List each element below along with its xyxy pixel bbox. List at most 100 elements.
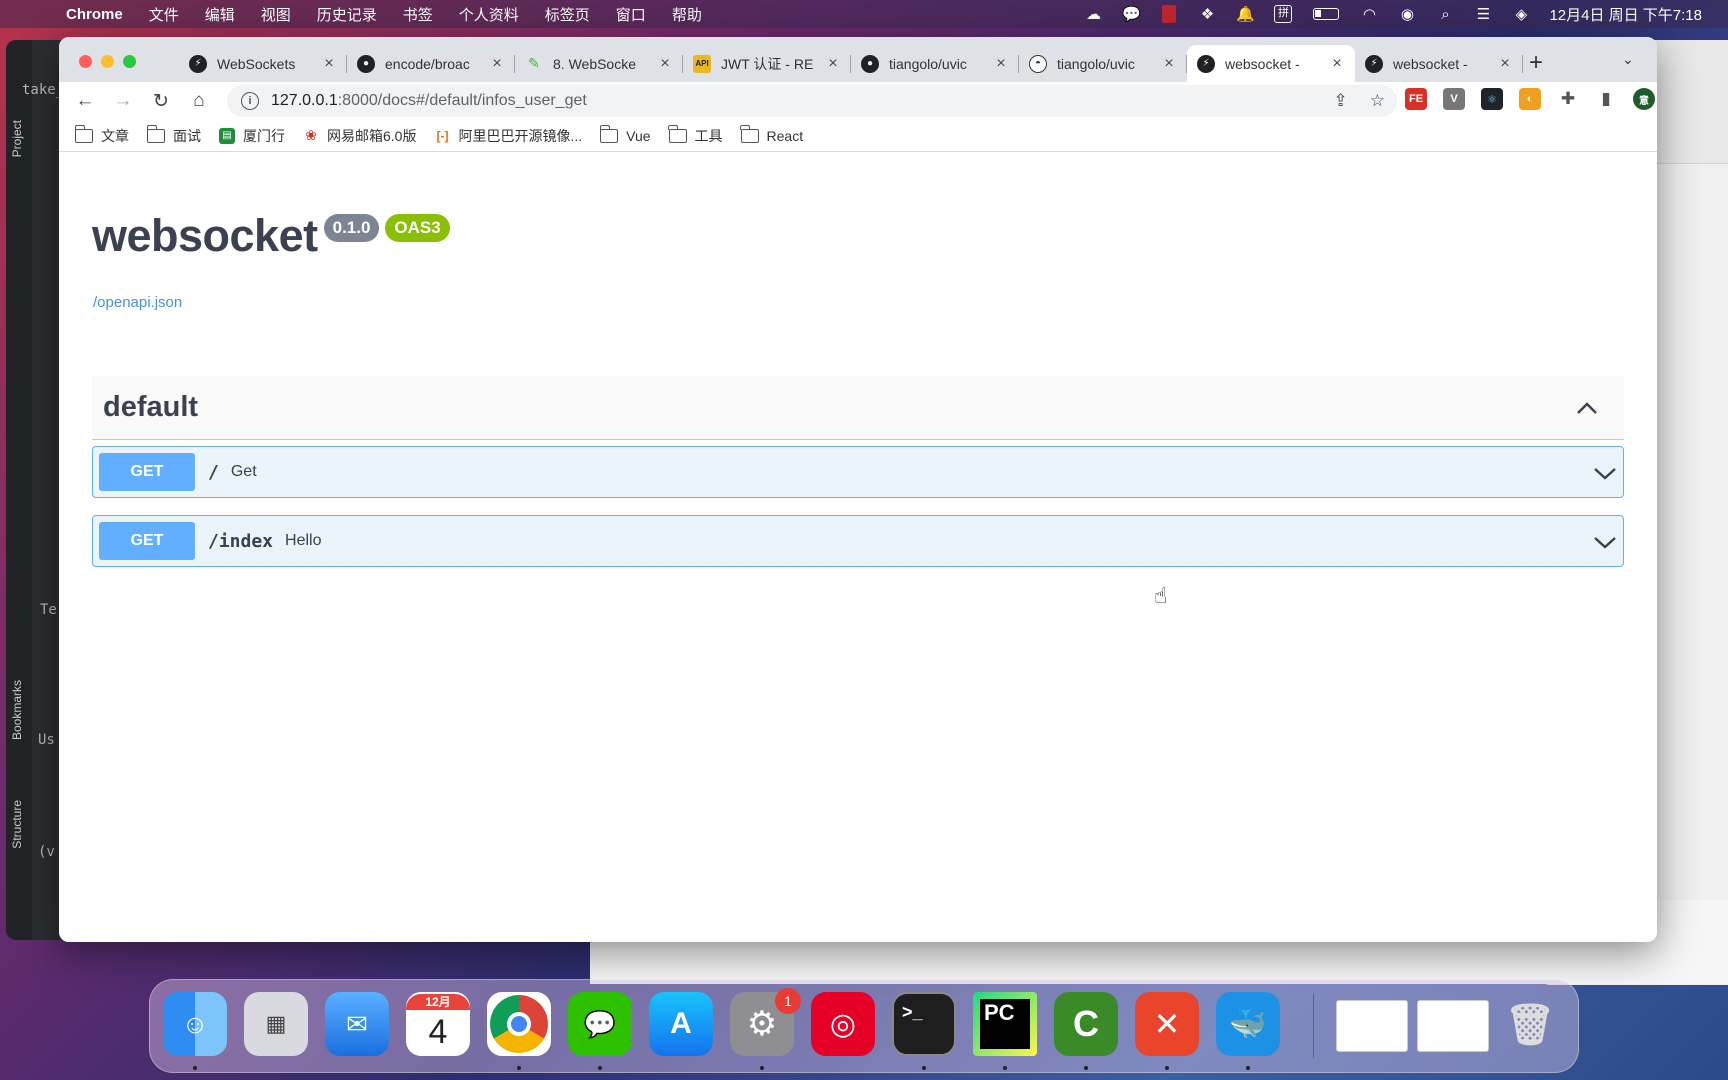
tab-close-icon[interactable]: × <box>1161 55 1177 73</box>
menu-file[interactable]: 文件 <box>149 4 179 25</box>
user-account-icon[interactable]: ◉ <box>1397 5 1417 23</box>
home-button[interactable]: ⌂ <box>187 89 211 113</box>
new-tab-button[interactable]: + <box>1529 49 1543 77</box>
recording-icon[interactable] <box>1159 5 1179 23</box>
wechat-icon[interactable]: 💬 <box>568 992 632 1056</box>
back-button[interactable]: ← <box>73 89 97 113</box>
xmind-icon[interactable]: ✕ <box>1135 992 1199 1056</box>
chevron-up-icon[interactable] <box>1576 398 1598 420</box>
extensions-puzzle-icon[interactable]: ✚ <box>1557 88 1579 110</box>
tab-strip: ⚡ WebSockets × ● encode/broac × ✎ 8. WebSocke… <box>59 37 1657 82</box>
menu-window[interactable]: 窗口 <box>616 4 646 25</box>
forward-button[interactable]: → <box>111 89 135 113</box>
bookmark-xiamen-trip[interactable]: ▤ 厦门行 <box>219 126 285 146</box>
site-info-icon[interactable]: i <box>241 92 259 110</box>
operation-get-index[interactable]: GET /index Hello <box>92 515 1624 567</box>
bookmark-folder-react[interactable]: React <box>740 124 803 144</box>
react-devtools-extension-icon[interactable]: ⚛ <box>1481 88 1503 110</box>
tab-title: 8. WebSocke <box>553 55 637 72</box>
bookmark-folder-tools[interactable]: 工具 <box>668 124 723 146</box>
tab-3[interactable]: API JWT 认证 - RE × <box>683 45 851 82</box>
tab-close-icon[interactable]: × <box>321 55 337 73</box>
bookmark-folder-articles[interactable]: 文章 <box>74 124 129 146</box>
menu-app-name[interactable]: Chrome <box>66 6 123 23</box>
wechat-status-icon[interactable]: 💬 <box>1121 5 1141 23</box>
trash-icon[interactable]: 🗑 <box>1498 992 1562 1056</box>
tab-2[interactable]: ✎ 8. WebSocke × <box>515 45 683 82</box>
terminal-icon[interactable]: >_ <box>892 992 956 1056</box>
tag-name: default <box>103 391 199 423</box>
chrome-icon[interactable] <box>487 992 551 1056</box>
tab-5[interactable]: ◓ tiangolo/uvic × <box>1019 45 1187 82</box>
wifi-icon[interactable]: ◠ <box>1359 5 1379 23</box>
menu-edit[interactable]: 编辑 <box>205 4 235 25</box>
share-icon[interactable]: ⇪ <box>1334 91 1348 111</box>
camtasia-icon[interactable]: C <box>1054 992 1118 1056</box>
input-method-icon[interactable]: 拼 <box>1273 5 1293 23</box>
reload-button[interactable]: ↻ <box>149 89 173 113</box>
calendar-icon[interactable]: 12月 4 <box>406 992 470 1056</box>
pycharm-icon[interactable]: PC <box>973 992 1037 1056</box>
mail-icon[interactable]: ✉ <box>325 992 389 1056</box>
openapi-json-link[interactable]: /openapi.json <box>93 294 182 311</box>
tab-6-active[interactable]: ⚡ websocket - × <box>1187 45 1355 82</box>
menu-view[interactable]: 视图 <box>261 4 291 25</box>
tab-1[interactable]: ● encode/broac × <box>347 45 515 82</box>
ide-bookmarks-label[interactable]: Bookmarks <box>10 680 24 740</box>
finder-icon[interactable]: ☺ <box>163 992 227 1056</box>
netease-music-icon[interactable]: ◎ <box>811 992 875 1056</box>
ide-project-label[interactable]: Project <box>10 120 24 157</box>
tag-header[interactable]: default <box>92 376 1624 440</box>
zoom-window-button[interactable] <box>123 55 136 68</box>
profile-avatar[interactable]: 意 <box>1633 88 1655 110</box>
bookmark-label: Vue <box>626 127 651 144</box>
menu-history[interactable]: 历史记录 <box>317 4 377 25</box>
tab-close-icon[interactable]: × <box>1497 55 1513 73</box>
tabs-container: ⚡ WebSockets × ● encode/broac × ✎ 8. WebSocke… <box>179 45 1523 82</box>
tab-close-icon[interactable]: × <box>1329 55 1345 73</box>
address-bar[interactable]: i 127.0.0.1:8000/docs#/default/infos_use… <box>227 85 1397 117</box>
window-manager-icon[interactable]: ❖ <box>1197 5 1217 23</box>
chevron-down-icon[interactable] <box>1593 530 1617 554</box>
menubar-clock[interactable]: 12月4日 周日 下午7:18 <box>1549 4 1702 25</box>
tab-close-icon[interactable]: × <box>993 55 1009 73</box>
tab-close-icon[interactable]: × <box>657 55 673 73</box>
launchpad-icon[interactable]: ▦ <box>244 992 308 1056</box>
menu-bookmarks[interactable]: 书签 <box>403 4 433 25</box>
tab-close-icon[interactable]: × <box>825 55 841 73</box>
minimize-window-button[interactable] <box>101 55 114 68</box>
ide-structure-label[interactable]: Structure <box>10 800 24 849</box>
bookmark-folder-vue[interactable]: Vue <box>599 124 651 144</box>
menu-tabs[interactable]: 标签页 <box>545 4 590 25</box>
minimized-window-thumbnail[interactable] <box>1336 1000 1408 1052</box>
menu-help[interactable]: 帮助 <box>672 4 702 25</box>
address-url[interactable]: 127.0.0.1:8000/docs#/default/infos_user_… <box>271 92 587 110</box>
color-extension-icon[interactable]: ◐ <box>1519 88 1541 110</box>
tab-0[interactable]: ⚡ WebSockets × <box>179 45 347 82</box>
bookmark-aliyun-mirror[interactable]: [-] 阿里巴巴开源镜像... <box>434 126 582 146</box>
tab-7[interactable]: ⚡ websocket - × <box>1355 45 1523 82</box>
bookmark-folder-interview[interactable]: 面试 <box>146 124 201 146</box>
tab-search-chevron-icon[interactable]: ⌄ <box>1622 51 1634 68</box>
spotlight-search-icon[interactable]: ⌕ <box>1435 5 1455 23</box>
side-panel-icon[interactable]: ▮ <box>1595 88 1617 110</box>
chevron-down-icon[interactable] <box>1593 461 1617 485</box>
operation-get-root[interactable]: GET / Get <box>92 446 1624 498</box>
close-window-button[interactable] <box>79 55 92 68</box>
bookmark-star-icon[interactable]: ☆ <box>1370 91 1385 111</box>
control-center-icon[interactable]: ☰ <box>1473 5 1493 23</box>
siri-icon[interactable]: ◈ <box>1511 5 1531 23</box>
notification-bell-icon[interactable]: 🔔 <box>1235 5 1255 23</box>
vue-devtools-extension-icon[interactable]: V <box>1443 88 1465 110</box>
minimized-window-thumbnail[interactable] <box>1417 1000 1489 1052</box>
battery-icon[interactable] <box>1311 5 1341 23</box>
tab-close-icon[interactable]: × <box>489 55 505 73</box>
docker-icon[interactable]: 🐳 <box>1216 992 1280 1056</box>
fe-helper-extension-icon[interactable]: FE <box>1405 88 1427 110</box>
app-store-icon[interactable]: A <box>649 992 713 1056</box>
menu-profiles[interactable]: 个人资料 <box>459 4 519 25</box>
bookmark-netease-mail[interactable]: ❀ 网易邮箱6.0版 <box>303 126 416 146</box>
tab-4[interactable]: ● tiangolo/uvic × <box>851 45 1019 82</box>
cloud-sync-icon[interactable]: ☁ <box>1083 5 1103 23</box>
running-indicator <box>760 1066 764 1070</box>
